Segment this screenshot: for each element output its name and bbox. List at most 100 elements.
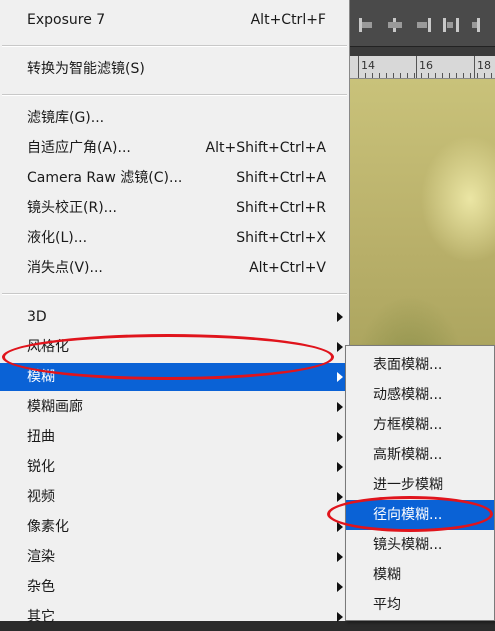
menu-item-label: 3D <box>27 309 47 325</box>
submenu-item[interactable]: 平均 <box>346 590 494 620</box>
menu-item[interactable]: 渲染 <box>0 543 349 571</box>
annotation-ellipse-radial-blur <box>327 496 493 532</box>
menu-item-label: 扭曲 <box>27 429 55 445</box>
filter-menu: Exposure 7 Alt+Ctrl+F 转换为智能滤镜(S) 滤镜库(G)... 自… <box>0 0 350 625</box>
menu-item[interactable]: 转换为智能滤镜(S) <box>0 55 349 83</box>
ruler-major-tick <box>416 56 417 78</box>
menu-item[interactable]: 自适应广角(A)... Alt+Shift+Ctrl+A <box>0 134 349 162</box>
submenu-item-label: 高斯模糊... <box>373 447 443 463</box>
menu-item[interactable]: 3D <box>0 303 349 331</box>
ruler-minor-tick <box>449 73 450 78</box>
menu-separator <box>2 293 347 295</box>
menu-item-shortcut: Alt+Ctrl+V <box>249 260 326 276</box>
submenu-item-label: 方框模糊... <box>373 417 443 433</box>
menu-item-shortcut: Shift+Ctrl+R <box>236 200 326 216</box>
menu-item[interactable]: 消失点(V)... Alt+Ctrl+V <box>0 254 349 282</box>
ruler-minor-tick <box>421 73 422 78</box>
ruler-major-tick <box>474 56 475 78</box>
submenu-item[interactable]: 动感模糊... <box>346 380 494 410</box>
menu-item-label: 杂色 <box>27 579 55 595</box>
menu-item[interactable]: 锐化 <box>0 453 349 481</box>
menu-item-shortcut: Alt+Ctrl+F <box>250 12 326 28</box>
submenu-item[interactable]: 高斯模糊... <box>346 440 494 470</box>
menu-item-shortcut: Alt+Shift+Ctrl+A <box>205 140 326 156</box>
ruler-minor-tick <box>463 73 464 78</box>
ruler-minor-tick <box>386 73 387 78</box>
ruler-minor-tick <box>428 73 429 78</box>
menu-separator <box>2 45 347 47</box>
menu-item-label: 渲染 <box>27 549 55 565</box>
menu-item[interactable]: Exposure 7 Alt+Ctrl+F <box>0 6 349 34</box>
options-bar <box>350 0 495 47</box>
menu-item-label: 液化(L)... <box>27 230 88 246</box>
menu-item-label: 其它 <box>27 609 55 625</box>
submenu-item[interactable]: 模糊 <box>346 560 494 590</box>
submenu-arrow-icon <box>337 342 343 352</box>
ruler-minor-tick <box>414 73 415 78</box>
ruler-minor-tick <box>400 73 401 78</box>
menu-item-shortcut: Shift+Ctrl+X <box>236 230 326 246</box>
ruler-minor-tick <box>456 73 457 78</box>
submenu-arrow-icon <box>337 312 343 322</box>
menu-item-label: 滤镜库(G)... <box>27 110 105 126</box>
ruler-minor-tick <box>358 73 359 78</box>
submenu-item-label: 平均 <box>373 597 401 613</box>
menu-item-label: 像素化 <box>27 519 69 535</box>
distribute-icon[interactable] <box>442 18 460 32</box>
ruler-minor-tick <box>442 73 443 78</box>
menu-item-label: 转换为智能滤镜(S) <box>27 61 145 77</box>
submenu-item[interactable]: 镜头模糊... <box>346 530 494 560</box>
menu-item-label: 视频 <box>27 489 55 505</box>
submenu-item-label: 表面模糊... <box>373 357 443 373</box>
align-right-icon[interactable] <box>414 18 432 32</box>
menu-item[interactable]: 镜头校正(R)... Shift+Ctrl+R <box>0 194 349 222</box>
menu-item[interactable]: Camera Raw 滤镜(C)... Shift+Ctrl+A <box>0 164 349 192</box>
submenu-item-label: 动感模糊... <box>373 387 443 403</box>
submenu-arrow-icon <box>337 432 343 442</box>
ruler-minor-tick <box>393 73 394 78</box>
ruler-label: 16 <box>419 59 433 72</box>
menu-item-shortcut: Shift+Ctrl+A <box>236 170 326 186</box>
menu-item-label: 消失点(V)... <box>27 260 103 276</box>
ruler-label: 14 <box>361 59 375 72</box>
submenu-item[interactable]: 方框模糊... <box>346 410 494 440</box>
menu-item-label: 自适应广角(A)... <box>27 140 131 156</box>
submenu-item-label: 模糊 <box>373 567 401 583</box>
align-center-icon[interactable] <box>386 18 404 32</box>
submenu-arrow-icon <box>337 582 343 592</box>
ruler-minor-tick <box>365 73 366 78</box>
menu-item[interactable]: 杂色 <box>0 573 349 601</box>
menu-item-label: 锐化 <box>27 459 55 475</box>
blur-submenu: 表面模糊... 动感模糊... 方框模糊... 高斯模糊... 进一步模糊 径向模糊...… <box>345 345 495 621</box>
menu-item-label: Exposure 7 <box>27 12 106 28</box>
ruler-minor-tick <box>372 73 373 78</box>
submenu-arrow-icon <box>337 492 343 502</box>
submenu-item-label: 镜头模糊... <box>373 537 443 553</box>
menu-separator <box>2 94 347 96</box>
menu-item[interactable]: 扭曲 <box>0 423 349 451</box>
menu-item[interactable]: 其它 <box>0 603 349 631</box>
ruler-label: 18 <box>477 59 491 72</box>
distribute-center-icon[interactable] <box>470 18 488 32</box>
menu-item[interactable]: 模糊画廊 <box>0 393 349 421</box>
ruler-minor-tick <box>407 73 408 78</box>
menu-item-label: 镜头校正(R)... <box>27 200 118 216</box>
ruler-minor-tick <box>435 73 436 78</box>
submenu-item[interactable]: 表面模糊... <box>346 350 494 380</box>
ruler-minor-tick <box>477 73 478 78</box>
menu-item[interactable]: 像素化 <box>0 513 349 541</box>
annotation-ellipse-blur <box>2 334 334 380</box>
ruler-minor-tick <box>484 73 485 78</box>
submenu-arrow-icon <box>337 402 343 412</box>
ruler-minor-tick <box>379 73 380 78</box>
submenu-arrow-icon <box>337 552 343 562</box>
menu-item-label: Camera Raw 滤镜(C)... <box>27 170 183 186</box>
menu-item[interactable]: 滤镜库(G)... <box>0 104 349 132</box>
menu-item[interactable]: 液化(L)... Shift+Ctrl+X <box>0 224 349 252</box>
ruler-minor-tick <box>470 73 471 78</box>
align-left-icon[interactable] <box>358 18 376 32</box>
horizontal-ruler: 14 16 18 <box>350 56 495 79</box>
submenu-arrow-icon <box>337 372 343 382</box>
menu-item-label: 模糊画廊 <box>27 399 83 415</box>
menu-item[interactable]: 视频 <box>0 483 349 511</box>
